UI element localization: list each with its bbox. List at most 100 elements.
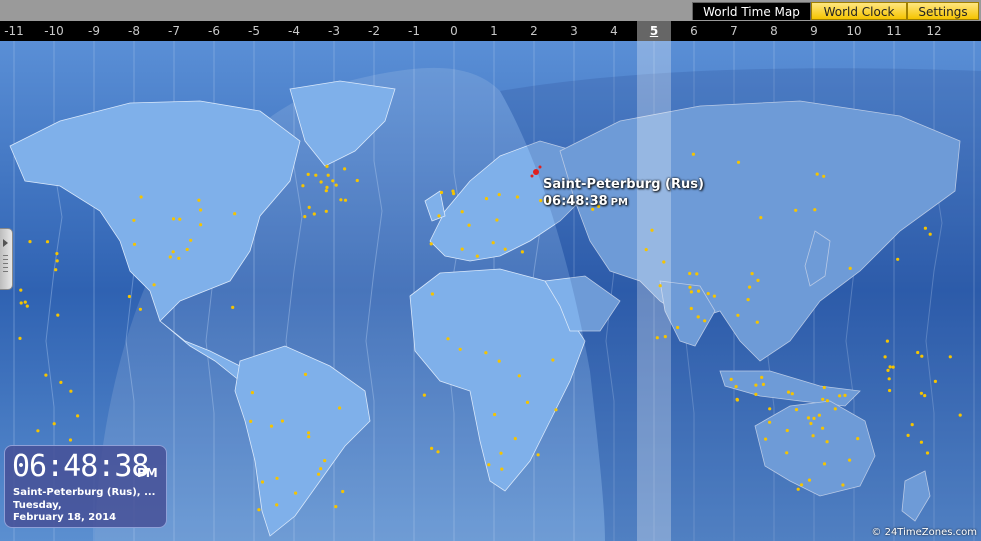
timezone-cell-11[interactable]: 11 [874, 21, 914, 41]
city-dot [650, 228, 654, 232]
city-dot [843, 393, 847, 397]
city-dot [493, 412, 497, 417]
timezone-cell--5[interactable]: -5 [234, 21, 274, 41]
city-dot [948, 355, 952, 359]
timezone-cell--3[interactable]: -3 [314, 21, 354, 41]
city-dot [754, 383, 758, 387]
city-dot [662, 260, 666, 264]
city-dot [696, 315, 700, 319]
city-dot [856, 437, 860, 441]
city-dot [755, 320, 759, 324]
timezone-cell--9[interactable]: -9 [74, 21, 114, 41]
timezone-cell-0[interactable]: 0 [434, 21, 474, 41]
city-tooltip-clock: 06:48:38 [543, 194, 608, 209]
city-dot [325, 185, 329, 189]
city-dot [250, 391, 254, 395]
clock-widget[interactable]: 06:48:38 PM Saint-Peterburg (Rus), ... T… [4, 445, 167, 528]
city-dot [168, 255, 172, 259]
city-dot [896, 257, 900, 261]
city-dot [422, 393, 426, 397]
city-dot [525, 400, 530, 404]
city-dot [303, 215, 307, 219]
side-panel-handle[interactable] [0, 228, 13, 290]
city-dot [822, 462, 827, 466]
timezone-cell--11[interactable]: -11 [0, 21, 34, 41]
city-dot [334, 505, 338, 509]
city-dot [307, 205, 311, 209]
city-tooltip-time: 06:48:38 PM [543, 194, 704, 209]
tab-world-time-map[interactable]: World Time Map [692, 2, 811, 20]
city-dot [794, 208, 798, 212]
city-dot [301, 184, 305, 188]
timezone-cell-8[interactable]: 8 [754, 21, 794, 41]
timezone-cell-7[interactable]: 7 [714, 21, 754, 41]
timezone-cell--10[interactable]: -10 [34, 21, 74, 41]
city-dot [23, 300, 27, 304]
city-dot [734, 385, 738, 389]
city-dot [883, 355, 887, 359]
city-dot [446, 337, 450, 341]
timezone-cell-10[interactable]: 10 [834, 21, 874, 41]
city-dot [768, 407, 772, 411]
city-dot [458, 347, 462, 351]
timezone-cell-1[interactable]: 1 [474, 21, 514, 41]
city-dot [706, 292, 710, 296]
city-dot [513, 437, 517, 441]
tab-world-clock[interactable]: World Clock [811, 2, 907, 20]
city-dot [655, 336, 659, 340]
timezone-cell--8[interactable]: -8 [114, 21, 154, 41]
city-dot [127, 294, 131, 299]
timezone-cell--1[interactable]: -1 [394, 21, 434, 41]
timezone-cell--4[interactable]: -4 [274, 21, 314, 41]
city-dot [28, 240, 32, 244]
city-dot [760, 375, 764, 379]
city-dot [712, 294, 717, 298]
clock-ampm: PM [137, 466, 158, 480]
city-dot [199, 208, 203, 212]
city-dot [503, 247, 507, 251]
grip-icon [3, 255, 8, 275]
timezone-cell-6[interactable]: 6 [674, 21, 714, 41]
city-dot [314, 173, 318, 177]
city-dot [515, 195, 520, 199]
city-dot [676, 325, 680, 330]
city-dot [338, 406, 342, 410]
timezone-cell--2[interactable]: -2 [354, 21, 394, 41]
city-dot [695, 272, 699, 276]
city-dot [812, 416, 816, 420]
timezone-cell-3[interactable]: 3 [554, 21, 594, 41]
timezone-cell-12[interactable]: 12 [914, 21, 954, 41]
city-dot [813, 208, 817, 212]
timezone-cell-4[interactable]: 4 [594, 21, 634, 41]
city-dot [691, 152, 696, 156]
city-dot [923, 394, 927, 398]
timezone-cell--6[interactable]: -6 [194, 21, 234, 41]
timezone-cell-5[interactable]: 5 [637, 21, 671, 41]
timezone-cell--7[interactable]: -7 [154, 21, 194, 41]
city-dot [269, 424, 274, 428]
city-dot [19, 288, 23, 292]
city-dot [189, 238, 193, 242]
city-dot [177, 256, 181, 260]
city-dot [19, 301, 23, 305]
city-dot [817, 413, 822, 417]
clock-digits: 06:48:38 [12, 449, 149, 484]
city-dot [891, 365, 895, 369]
city-dot [339, 198, 343, 202]
city-dot [343, 198, 348, 202]
city-dot [257, 508, 261, 512]
city-dot [312, 212, 316, 216]
copyright-text: © 24TimeZones.com [871, 527, 977, 538]
timezone-cell-2[interactable]: 2 [514, 21, 554, 41]
city-dot [475, 254, 479, 258]
timezone-cell-9[interactable]: 9 [794, 21, 834, 41]
tab-settings[interactable]: Settings [907, 2, 979, 20]
city-dot [18, 336, 22, 340]
city-dot [68, 438, 73, 442]
city-dot [825, 440, 829, 444]
city-dot [460, 247, 464, 251]
city-dot [688, 271, 692, 276]
city-dot [735, 397, 739, 401]
clock-date: February 18, 2014 [13, 512, 117, 523]
city-tooltip-name: Saint-Peterburg (Rus) [543, 177, 704, 192]
